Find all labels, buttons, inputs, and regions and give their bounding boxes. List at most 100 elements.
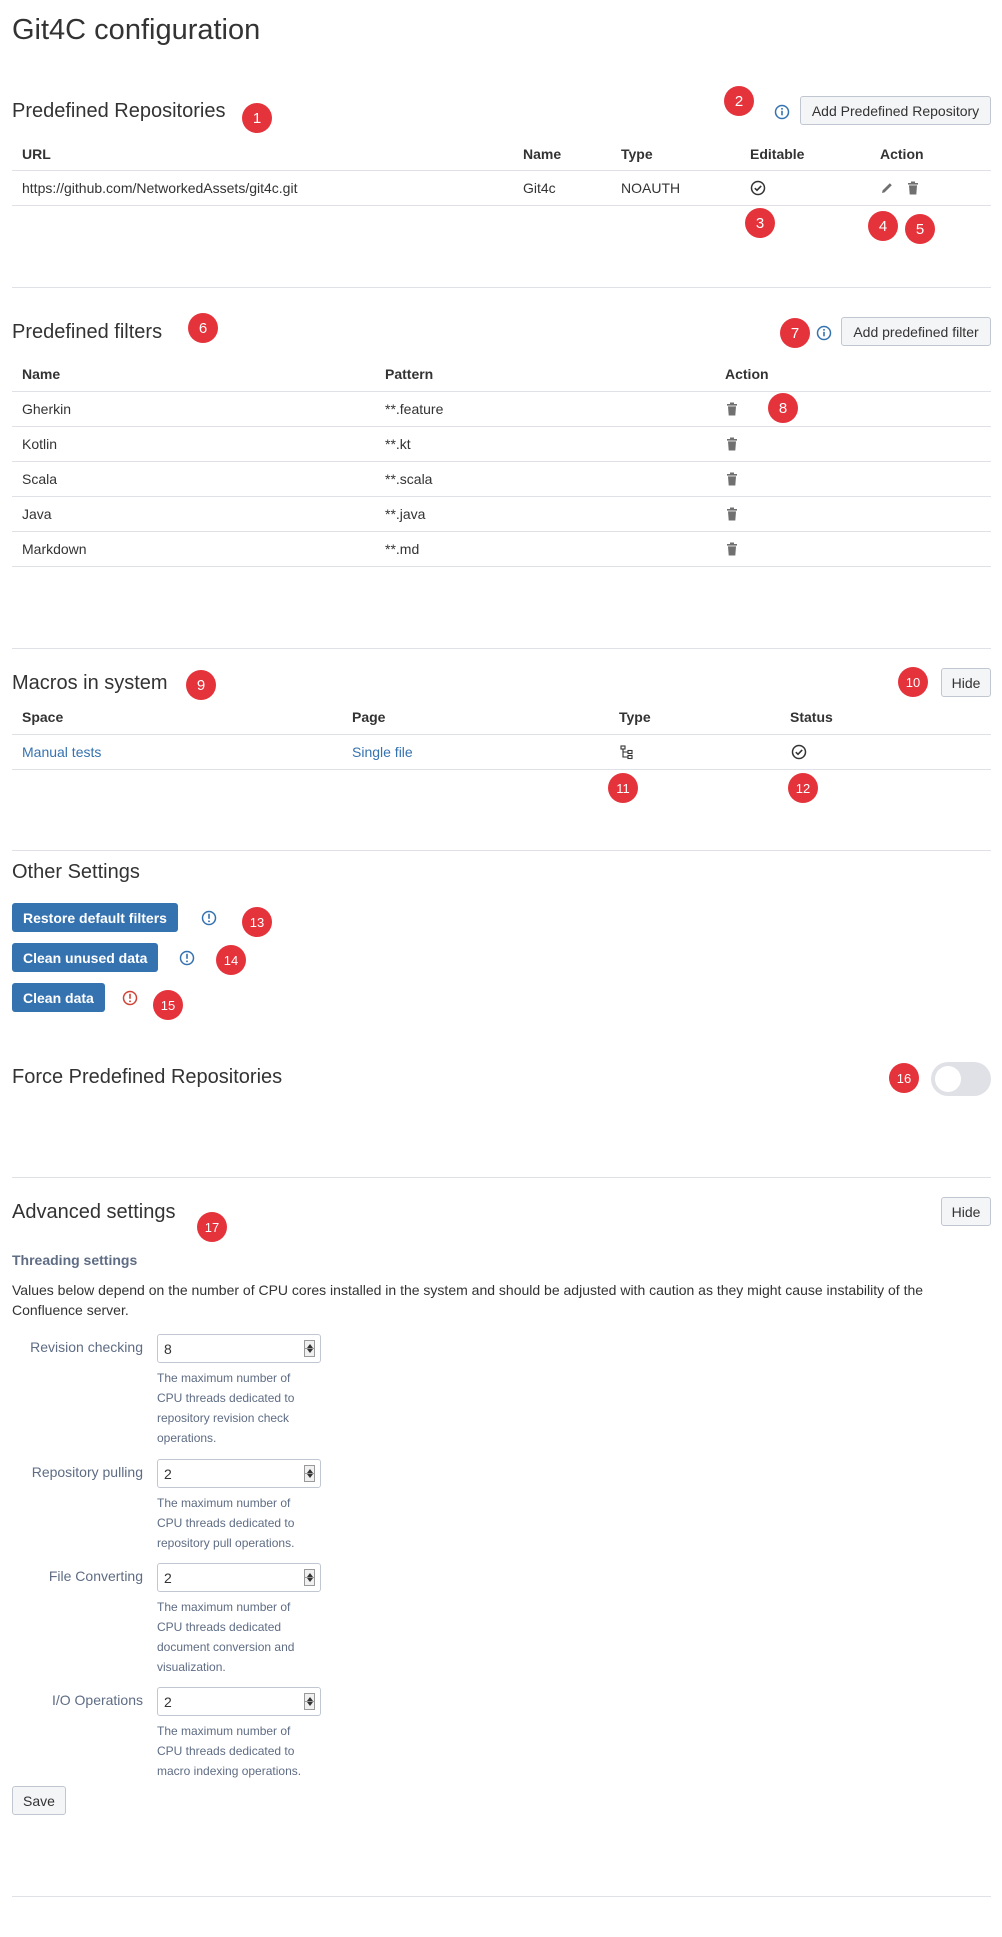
column-header: URL: [22, 145, 51, 162]
revision-checking-input[interactable]: 8: [157, 1334, 321, 1363]
threading-settings-heading: Threading settings: [12, 1252, 138, 1268]
add-predefined-repository-button[interactable]: Add Predefined Repository: [800, 96, 991, 125]
input-value: 8: [164, 1341, 172, 1357]
annotation-badge: 1: [242, 103, 272, 133]
clean-data-button[interactable]: Clean data: [12, 983, 105, 1012]
column-header: Type: [619, 709, 651, 725]
repository-pulling-input[interactable]: 2: [157, 1459, 321, 1488]
revision-checking-label: Revision checking: [30, 1339, 143, 1355]
spinner[interactable]: [304, 1465, 315, 1482]
annotation-badge: 5: [905, 214, 935, 244]
spinner[interactable]: [304, 1340, 315, 1357]
advanced-settings-heading: Advanced settings: [12, 1201, 176, 1223]
info-icon[interactable]: [201, 910, 217, 926]
annotation-badge: 11: [608, 773, 638, 803]
repository-url: https://github.com/NetworkedAssets/git4c…: [22, 180, 298, 196]
table-row: Kotlin **.kt: [12, 427, 991, 462]
annotation-badge: 6: [188, 313, 218, 343]
section-divider: [12, 1896, 991, 1897]
file-converting-label: File Converting: [48, 1568, 143, 1584]
filter-pattern: **.md: [385, 541, 420, 557]
trash-icon[interactable]: [726, 392, 738, 426]
io-operations-input[interactable]: 2: [157, 1687, 321, 1716]
spinner[interactable]: [304, 1693, 315, 1710]
column-header: Space: [22, 709, 64, 725]
other-settings-heading: Other Settings: [12, 861, 140, 883]
trash-icon[interactable]: [907, 171, 919, 205]
io-operations-label: I/O Operations: [51, 1692, 143, 1708]
clean-unused-data-button[interactable]: Clean unused data: [12, 943, 159, 972]
page-title: Git4C configuration: [12, 14, 261, 46]
annotation-badge: 14: [216, 945, 246, 975]
annotation-badge: 13: [242, 907, 272, 937]
column-header: Editable: [750, 145, 805, 162]
input-value: 2: [164, 1570, 172, 1586]
file-converting-input[interactable]: 2: [157, 1563, 321, 1592]
toggle-knob: [935, 1066, 961, 1092]
edit-icon[interactable]: [880, 171, 894, 205]
hide-macros-button[interactable]: Hide: [941, 668, 991, 697]
macros-heading: Macros in system: [12, 672, 168, 694]
annotation-badge: 10: [898, 667, 928, 697]
input-value: 2: [164, 1466, 172, 1482]
table-row: https://github.com/NetworkedAssets/git4c…: [12, 171, 991, 206]
trash-icon[interactable]: [726, 427, 738, 461]
annotation-badge: 7: [780, 318, 810, 348]
annotation-badge: 3: [745, 208, 775, 238]
field-help: The maximum number of CPU threads dedica…: [157, 1724, 302, 1778]
table-header: URL Name Type Editable Action: [12, 137, 991, 171]
filter-pattern: **.scala: [385, 471, 433, 487]
restore-default-filters-button[interactable]: Restore default filters: [12, 903, 178, 932]
info-icon[interactable]: [179, 950, 195, 966]
filter-pattern: **.kt: [385, 436, 411, 452]
filter-name: Kotlin: [22, 436, 58, 452]
force-predefined-toggle[interactable]: [931, 1062, 991, 1096]
column-header: Name: [523, 145, 562, 162]
repository-name: Git4c: [523, 180, 556, 196]
column-header: Page: [352, 709, 386, 725]
trash-icon[interactable]: [726, 497, 738, 531]
repositories-heading: Predefined Repositories: [12, 100, 226, 122]
trash-icon[interactable]: [726, 462, 738, 496]
column-header: Type: [621, 145, 653, 162]
annotation-badge: 4: [868, 211, 898, 241]
section-divider: [12, 850, 991, 851]
repository-type: NOAUTH: [621, 180, 681, 196]
tree-icon: [620, 735, 634, 769]
info-icon[interactable]: [774, 104, 790, 120]
input-value: 2: [164, 1694, 172, 1710]
column-header: Status: [790, 709, 833, 725]
column-header: Name: [22, 366, 61, 382]
annotation-badge: 16: [889, 1063, 919, 1093]
check-circle-icon: [791, 735, 807, 769]
table-row: Gherkin **.feature: [12, 392, 991, 427]
save-button[interactable]: Save: [12, 1786, 66, 1815]
table-header: Space Page Type Status: [12, 700, 991, 735]
trash-icon[interactable]: [726, 532, 738, 566]
repository-pulling-label: Repository pulling: [31, 1464, 143, 1480]
annotation-badge: 8: [768, 393, 798, 423]
force-predefined-heading: Force Predefined Repositories: [12, 1066, 283, 1088]
filter-name: Markdown: [22, 541, 87, 557]
hide-advanced-button[interactable]: Hide: [941, 1197, 991, 1226]
table-row: Scala **.scala: [12, 462, 991, 497]
table-row: Java **.java: [12, 497, 991, 532]
threading-description: Values below depend on the number of CPU…: [12, 1282, 924, 1318]
annotation-badge: 9: [186, 670, 216, 700]
column-header: Action: [725, 366, 769, 382]
add-predefined-filter-button[interactable]: Add predefined filter: [841, 317, 991, 346]
column-header: Pattern: [385, 366, 434, 382]
table-header: Name Pattern Action: [12, 357, 991, 392]
warning-icon[interactable]: [122, 990, 138, 1006]
page-link[interactable]: Single file: [352, 735, 413, 769]
spinner[interactable]: [304, 1569, 315, 1586]
section-divider: [12, 648, 991, 649]
info-icon[interactable]: [816, 325, 832, 341]
filter-pattern: **.feature: [385, 401, 444, 417]
annotation-badge: 17: [197, 1212, 227, 1242]
filter-name: Java: [22, 506, 52, 522]
table-row: Manual tests Single file: [12, 735, 991, 770]
filter-name: Gherkin: [22, 401, 72, 417]
filter-pattern: **.java: [385, 506, 426, 522]
space-link[interactable]: Manual tests: [22, 735, 101, 769]
